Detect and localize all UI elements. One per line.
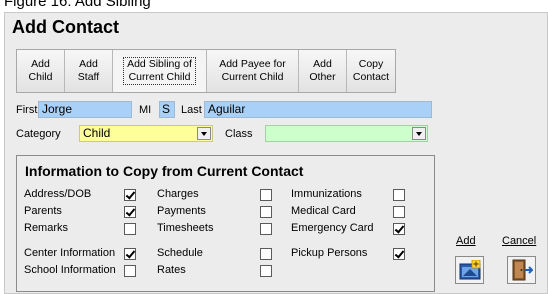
- option-label-medical-card: Medical Card: [291, 205, 356, 217]
- checkbox-timesheets[interactable]: [260, 223, 272, 235]
- copy-options-title: Information to Copy from Current Contact: [25, 163, 304, 179]
- option-label-rates: Rates: [157, 264, 186, 276]
- option-label-school-information: School Information: [24, 264, 116, 276]
- figure-caption: Figure 16: Add Sibling: [4, 0, 151, 10]
- add-contact-window: Add Contact Add Child Add Staff Add Siblin…: [4, 12, 548, 294]
- checkbox-parents[interactable]: [124, 206, 136, 218]
- class-label: Class: [225, 127, 253, 140]
- checkbox-address-dob[interactable]: [124, 189, 136, 201]
- cancel-button[interactable]: [507, 256, 536, 284]
- chevron-down-icon[interactable]: [412, 127, 426, 140]
- chevron-down-icon[interactable]: [197, 127, 211, 140]
- first-name-field[interactable]: Jorge: [38, 101, 132, 118]
- checkbox-rates[interactable]: [260, 265, 272, 277]
- option-label-remarks: Remarks: [24, 222, 69, 234]
- option-label-charges: Charges: [157, 188, 199, 200]
- option-label-emergency-card: Emergency Card: [291, 222, 374, 234]
- copy-options-panel: Information to Copy from Current Contact…: [16, 155, 435, 292]
- cancel-label: Cancel: [502, 235, 537, 247]
- last-name-label: Last: [181, 103, 202, 116]
- page-title: Add Contact: [12, 17, 119, 37]
- add-record-icon: [459, 260, 480, 280]
- checkbox-charges[interactable]: [260, 189, 272, 201]
- option-label-center-information: Center Information: [24, 247, 116, 259]
- copy-contact-button[interactable]: Copy Contact: [347, 50, 395, 92]
- checkbox-center-information[interactable]: [124, 248, 136, 260]
- checkbox-schedule[interactable]: [260, 248, 272, 260]
- option-label-payments: Payments: [157, 205, 206, 217]
- middle-initial-field[interactable]: S: [159, 101, 175, 118]
- add-label: Add: [456, 235, 476, 247]
- checkbox-immunizations[interactable]: [393, 189, 405, 201]
- last-name-field[interactable]: Aguilar: [204, 101, 432, 118]
- middle-initial-label: MI: [139, 103, 152, 116]
- option-label-schedule: Schedule: [157, 247, 203, 259]
- option-label-pickup-persons: Pickup Persons: [291, 247, 368, 259]
- option-label-immunizations: Immunizations: [291, 188, 362, 200]
- add-sibling-button[interactable]: Add Sibling of Current Child: [113, 50, 207, 92]
- add-staff-button[interactable]: Add Staff: [65, 50, 113, 92]
- category-select[interactable]: Child: [79, 125, 213, 142]
- add-payee-button[interactable]: Add Payee for Current Child: [207, 50, 299, 92]
- option-label-timesheets: Timesheets: [157, 222, 214, 234]
- toolbar: Add Child Add Staff Add Sibling of Current …: [16, 49, 396, 93]
- checkbox-school-information[interactable]: [124, 265, 136, 277]
- option-label-parents: Parents: [24, 205, 62, 217]
- add-child-button[interactable]: Add Child: [17, 50, 65, 92]
- category-row: Category Child Class: [16, 125, 428, 142]
- option-label-address-dob: Address/DOB: [24, 188, 92, 200]
- add-other-button[interactable]: Add Other: [299, 50, 347, 92]
- checkbox-pickup-persons[interactable]: [393, 248, 405, 260]
- name-row: First Jorge MI S Last Aguilar: [16, 101, 432, 118]
- add-button[interactable]: [455, 256, 484, 284]
- category-label: Category: [16, 127, 61, 140]
- first-name-label: First: [16, 103, 38, 116]
- checkbox-emergency-card[interactable]: [393, 223, 405, 235]
- checkbox-medical-card[interactable]: [393, 206, 405, 218]
- checkbox-payments[interactable]: [260, 206, 272, 218]
- category-value: Child: [83, 126, 111, 140]
- exit-door-icon: [512, 259, 533, 281]
- class-select[interactable]: [265, 125, 428, 142]
- checkbox-remarks[interactable]: [124, 223, 136, 235]
